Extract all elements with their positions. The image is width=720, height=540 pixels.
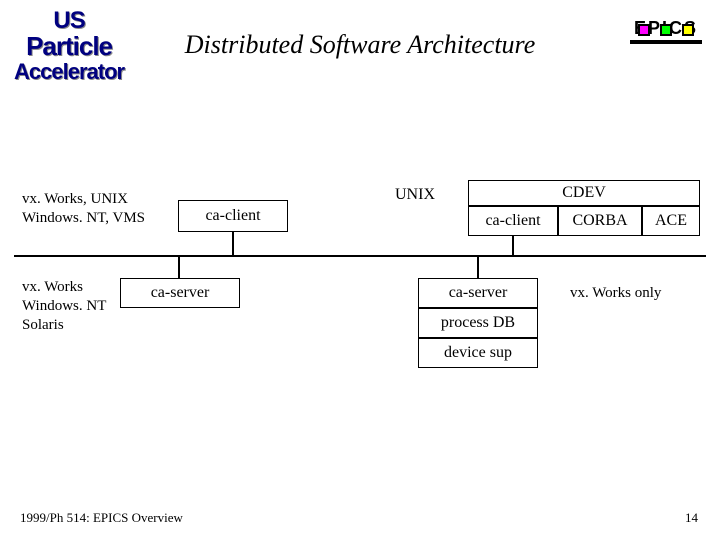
connector [512,236,514,255]
org-line3: Accelerator [14,60,124,83]
org-logo: US Particle Accelerator [14,8,124,84]
box-ca-server-right: ca-server [418,278,538,308]
connector [232,232,234,255]
org-line2: Particle [14,33,124,60]
slide-title: Distributed Software Architecture [185,30,535,60]
connector [477,255,479,278]
footer-left: 1999/Ph 514: EPICS Overview [20,510,183,526]
box-ace: ACE [642,206,700,236]
client-platforms: vx. Works, UNIX Windows. NT, VMS [22,190,145,228]
box-device-sup: device sup [418,338,538,368]
box-process-db: process DB [418,308,538,338]
epics-square-yellow [682,24,694,36]
page-number: 14 [685,510,698,526]
server-platforms: vx. Works Windows. NT Solaris [22,278,106,334]
box-ca-client-right: ca-client [468,206,558,236]
org-line1: US [14,8,124,33]
vxworks-only-label: vx. Works only [570,285,661,302]
epics-logo [630,40,702,44]
box-ca-client-left: ca-client [178,200,288,232]
bus-line [14,255,706,257]
box-cdev: CDEV [468,180,700,206]
box-ca-server-left: ca-server [120,278,240,308]
unix-label: UNIX [395,186,435,204]
connector [178,255,180,278]
epics-square-green [660,24,672,36]
epics-square-magenta [638,24,650,36]
box-corba: CORBA [558,206,642,236]
